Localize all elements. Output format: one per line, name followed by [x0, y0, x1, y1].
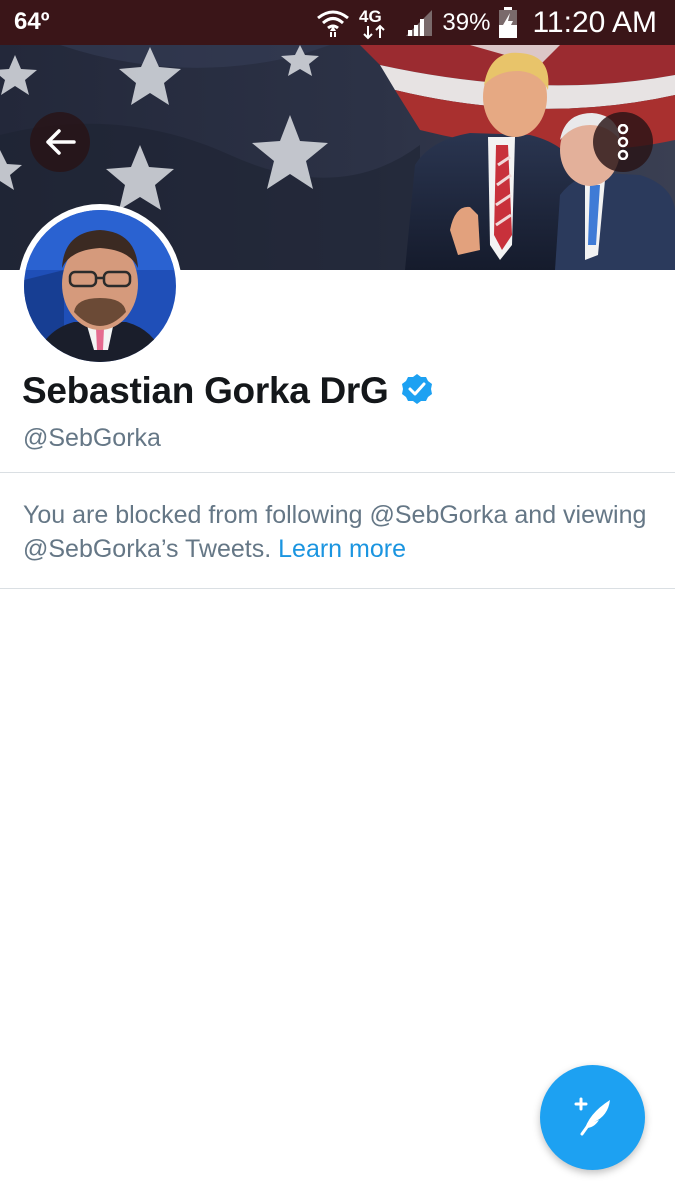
signal-icon — [404, 8, 434, 38]
status-bar: 64º 4G 39% 11:20 AM — [0, 0, 675, 45]
battery-percent: 39% — [442, 9, 491, 36]
verified-badge-icon — [401, 373, 433, 410]
status-temperature: 64º — [14, 8, 50, 35]
status-time: 11:20 AM — [532, 6, 657, 39]
network-type-text: 4G — [359, 7, 382, 26]
divider — [0, 588, 675, 589]
blocked-notice: You are blocked from following @SebGorka… — [23, 498, 653, 566]
back-button[interactable] — [30, 112, 90, 172]
arrow-left-icon — [44, 128, 76, 156]
more-vertical-icon — [616, 124, 630, 160]
learn-more-link[interactable]: Learn more — [278, 535, 406, 563]
compose-tweet-button[interactable] — [540, 1065, 645, 1170]
avatar-image — [24, 210, 176, 362]
network-4g-icon: 4G — [358, 6, 396, 40]
profile-handle: @SebGorka — [23, 424, 161, 452]
more-options-button[interactable] — [593, 112, 653, 172]
profile-name-row: Sebastian Gorka DrG — [22, 370, 433, 412]
compose-tweet-icon — [568, 1090, 618, 1145]
avatar[interactable] — [18, 204, 182, 368]
status-icons: 4G 39% 11:20 AM — [316, 4, 657, 42]
wifi-icon — [316, 8, 350, 38]
divider — [0, 472, 675, 473]
battery-charging-icon — [498, 7, 518, 39]
profile-name: Sebastian Gorka DrG — [22, 370, 389, 411]
